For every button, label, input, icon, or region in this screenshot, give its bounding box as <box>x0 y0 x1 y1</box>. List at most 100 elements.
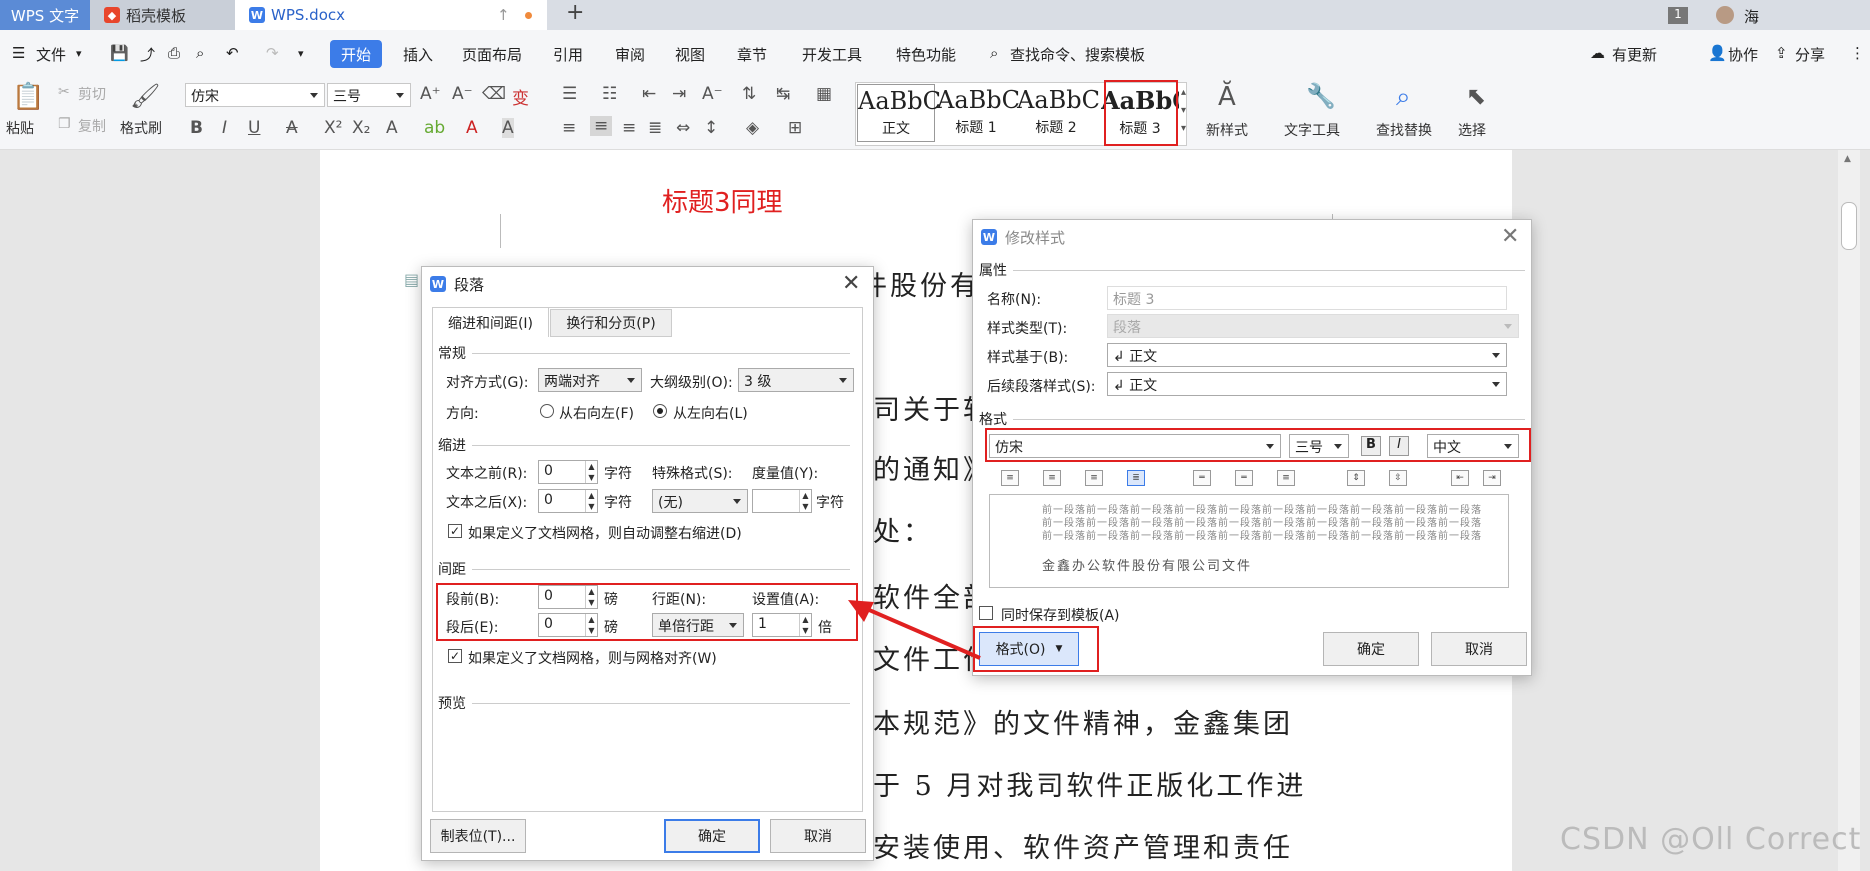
tab-wps-writer[interactable]: WPS 文字 <box>0 0 90 30</box>
bullet-list-icon[interactable]: ☰ <box>562 84 577 104</box>
new-tab-button[interactable]: + <box>566 0 584 25</box>
ok-button[interactable]: 确定 <box>1323 632 1419 666</box>
align-left-icon[interactable]: ≡ <box>1001 470 1019 486</box>
align-right-icon[interactable]: ≡ <box>1085 470 1103 486</box>
save-icon[interactable]: 💾 <box>110 44 129 62</box>
share-button[interactable]: 分享 <box>1795 44 1825 65</box>
cursor-icon[interactable]: ⬉ <box>1466 82 1486 110</box>
quick-access-more-icon[interactable]: ▾ <box>298 47 304 60</box>
scroll-thumb[interactable] <box>1841 202 1857 250</box>
strikethrough-icon[interactable]: A <box>286 118 298 138</box>
align-select[interactable]: 两端对齐 <box>538 368 642 392</box>
spinner-icon[interactable]: ▲ ▼ <box>585 490 597 512</box>
ok-button[interactable]: 确定 <box>664 819 760 853</box>
shading-icon[interactable]: ◈ <box>746 118 759 138</box>
tab-line-page-break[interactable]: 换行和分页(P) <box>550 309 672 337</box>
chinese-layout-icon[interactable]: A⁻ <box>702 84 723 104</box>
next-style-select[interactable]: ↲ 正文 <box>1107 372 1507 396</box>
collab-button[interactable]: 协作 <box>1728 44 1758 65</box>
grow-font-icon[interactable]: A⁺ <box>420 84 441 104</box>
border-icon[interactable]: ⊞ <box>788 118 802 138</box>
grid-align-checkbox[interactable]: ✓ <box>448 649 462 663</box>
hamburger-icon[interactable]: ☰ <box>12 44 25 62</box>
print-preview-icon[interactable]: ⌕ <box>196 44 204 62</box>
show-marks-icon[interactable]: ↹ <box>776 84 790 104</box>
paste-icon[interactable]: 📋 <box>12 82 44 112</box>
italic-icon[interactable]: I <box>222 118 227 138</box>
measure-unit[interactable]: 字符 <box>816 492 844 512</box>
indent-before-unit[interactable]: 字符 <box>604 463 632 483</box>
tab-indent-spacing[interactable]: 缩进和间距(I) <box>432 307 549 337</box>
paste-button[interactable]: 粘贴 <box>6 118 34 138</box>
window-count-badge[interactable]: 1 <box>1668 7 1688 24</box>
menu-chapter[interactable]: 章节 <box>737 44 767 65</box>
sort-icon[interactable]: ⇅ <box>742 84 756 104</box>
find-replace-button[interactable]: 查找替换 <box>1376 120 1432 140</box>
text-tools-button[interactable]: 文字工具 <box>1284 120 1340 140</box>
auto-right-indent-checkbox[interactable]: ✓ <box>448 524 462 538</box>
align-right-icon[interactable]: ≡ <box>622 118 636 138</box>
indent-after-input[interactable]: 0 ▲ ▼ <box>538 489 598 513</box>
special-format-select[interactable]: (无) <box>652 489 748 513</box>
based-on-select[interactable]: ↲ 正文 <box>1107 343 1507 367</box>
paragraph-handle-icon[interactable]: ▤ <box>404 270 419 289</box>
increase-para-spacing-icon[interactable]: ⇕ <box>1347 470 1365 486</box>
clear-format-icon[interactable]: ⌫ <box>482 84 506 104</box>
cancel-button[interactable]: 取消 <box>1431 632 1527 666</box>
distributed-icon[interactable]: ⇔ <box>676 118 690 138</box>
indent-before-input[interactable]: 0 ▲ ▼ <box>538 460 598 484</box>
align-center-icon[interactable]: ≡ <box>590 116 613 136</box>
find-replace-icon[interactable]: ⌕ <box>1396 82 1411 113</box>
close-icon[interactable]: ✕ <box>1501 224 1519 249</box>
justify-icon[interactable]: ≣ <box>648 118 662 138</box>
format-painter-icon[interactable]: 🖌 <box>130 82 160 110</box>
align-left-icon[interactable]: ≡ <box>562 118 576 138</box>
bold-icon[interactable]: B <box>190 118 203 138</box>
font-color-icon[interactable]: A <box>466 118 478 138</box>
print-icon[interactable]: ⎙ <box>168 44 180 62</box>
menu-insert[interactable]: 插入 <box>403 44 433 65</box>
measure-input[interactable]: ▲ ▼ <box>752 489 812 513</box>
menu-review[interactable]: 审阅 <box>615 44 645 65</box>
superscript-icon[interactable]: X² <box>324 118 342 138</box>
align-center-icon[interactable]: ≡ <box>1043 470 1061 486</box>
menu-developer[interactable]: 开发工具 <box>802 44 862 65</box>
update-button[interactable]: 有更新 <box>1612 44 1657 65</box>
style-name-input[interactable]: 标题 3 <box>1107 286 1507 310</box>
wrench-icon[interactable]: 🔧 <box>1306 82 1336 110</box>
tab-stops-button[interactable]: 制表位(T)... <box>430 819 526 853</box>
more-icon[interactable]: ⋮ <box>1850 44 1865 62</box>
menu-view[interactable]: 视图 <box>675 44 705 65</box>
scroll-up-icon[interactable]: ▲ <box>1844 154 1851 164</box>
double-spacing-icon[interactable]: ≡ <box>1277 470 1295 486</box>
style-heading2[interactable]: AaBbC 标题 2 <box>1017 84 1100 142</box>
vertical-scrollbar[interactable]: ▲ <box>1838 150 1860 871</box>
indent-after-unit[interactable]: 字符 <box>604 492 632 512</box>
outline-select[interactable]: 3 级 <box>738 368 854 392</box>
style-heading1[interactable]: AaBbC 标题 1 <box>937 84 1020 142</box>
close-icon[interactable]: ✕ <box>842 271 860 296</box>
text-effect-icon[interactable]: A <box>386 118 398 138</box>
table-icon[interactable]: ▦ <box>816 84 832 104</box>
phonetic-icon[interactable]: 变 <box>512 84 529 109</box>
export-icon[interactable]: ⤴ <box>140 44 155 65</box>
rtl-radio[interactable] <box>540 404 554 418</box>
single-spacing-icon[interactable]: ═ <box>1193 470 1211 486</box>
menu-page-layout[interactable]: 页面布局 <box>462 44 522 65</box>
char-shading-icon[interactable]: A <box>502 118 514 138</box>
spinner-icon[interactable]: ▲ ▼ <box>585 461 597 483</box>
gallery-scroll-icon[interactable]: ▴ ▾ ▾ <box>1181 84 1186 138</box>
format-painter-button[interactable]: 格式刷 <box>120 118 162 138</box>
shrink-font-icon[interactable]: A⁻ <box>452 84 473 104</box>
underline-icon[interactable]: U <box>248 118 260 138</box>
tab-docer-templates[interactable]: ◆ 稻壳模板 <box>90 0 235 30</box>
copy-button[interactable]: 复制 <box>78 116 106 136</box>
undo-icon[interactable]: ↶ <box>226 44 239 62</box>
decrease-indent-icon[interactable]: ⇤ <box>642 84 656 104</box>
command-search[interactable]: 查找命令、搜索模板 <box>1010 44 1145 65</box>
new-style-button[interactable]: 新样式 <box>1206 120 1248 140</box>
style-normal[interactable]: AaBbC 正文 <box>857 84 941 142</box>
avatar[interactable] <box>1716 6 1734 24</box>
chevron-down-icon[interactable]: ▾ <box>76 47 82 60</box>
justify-icon[interactable]: ≣ <box>1127 470 1145 486</box>
